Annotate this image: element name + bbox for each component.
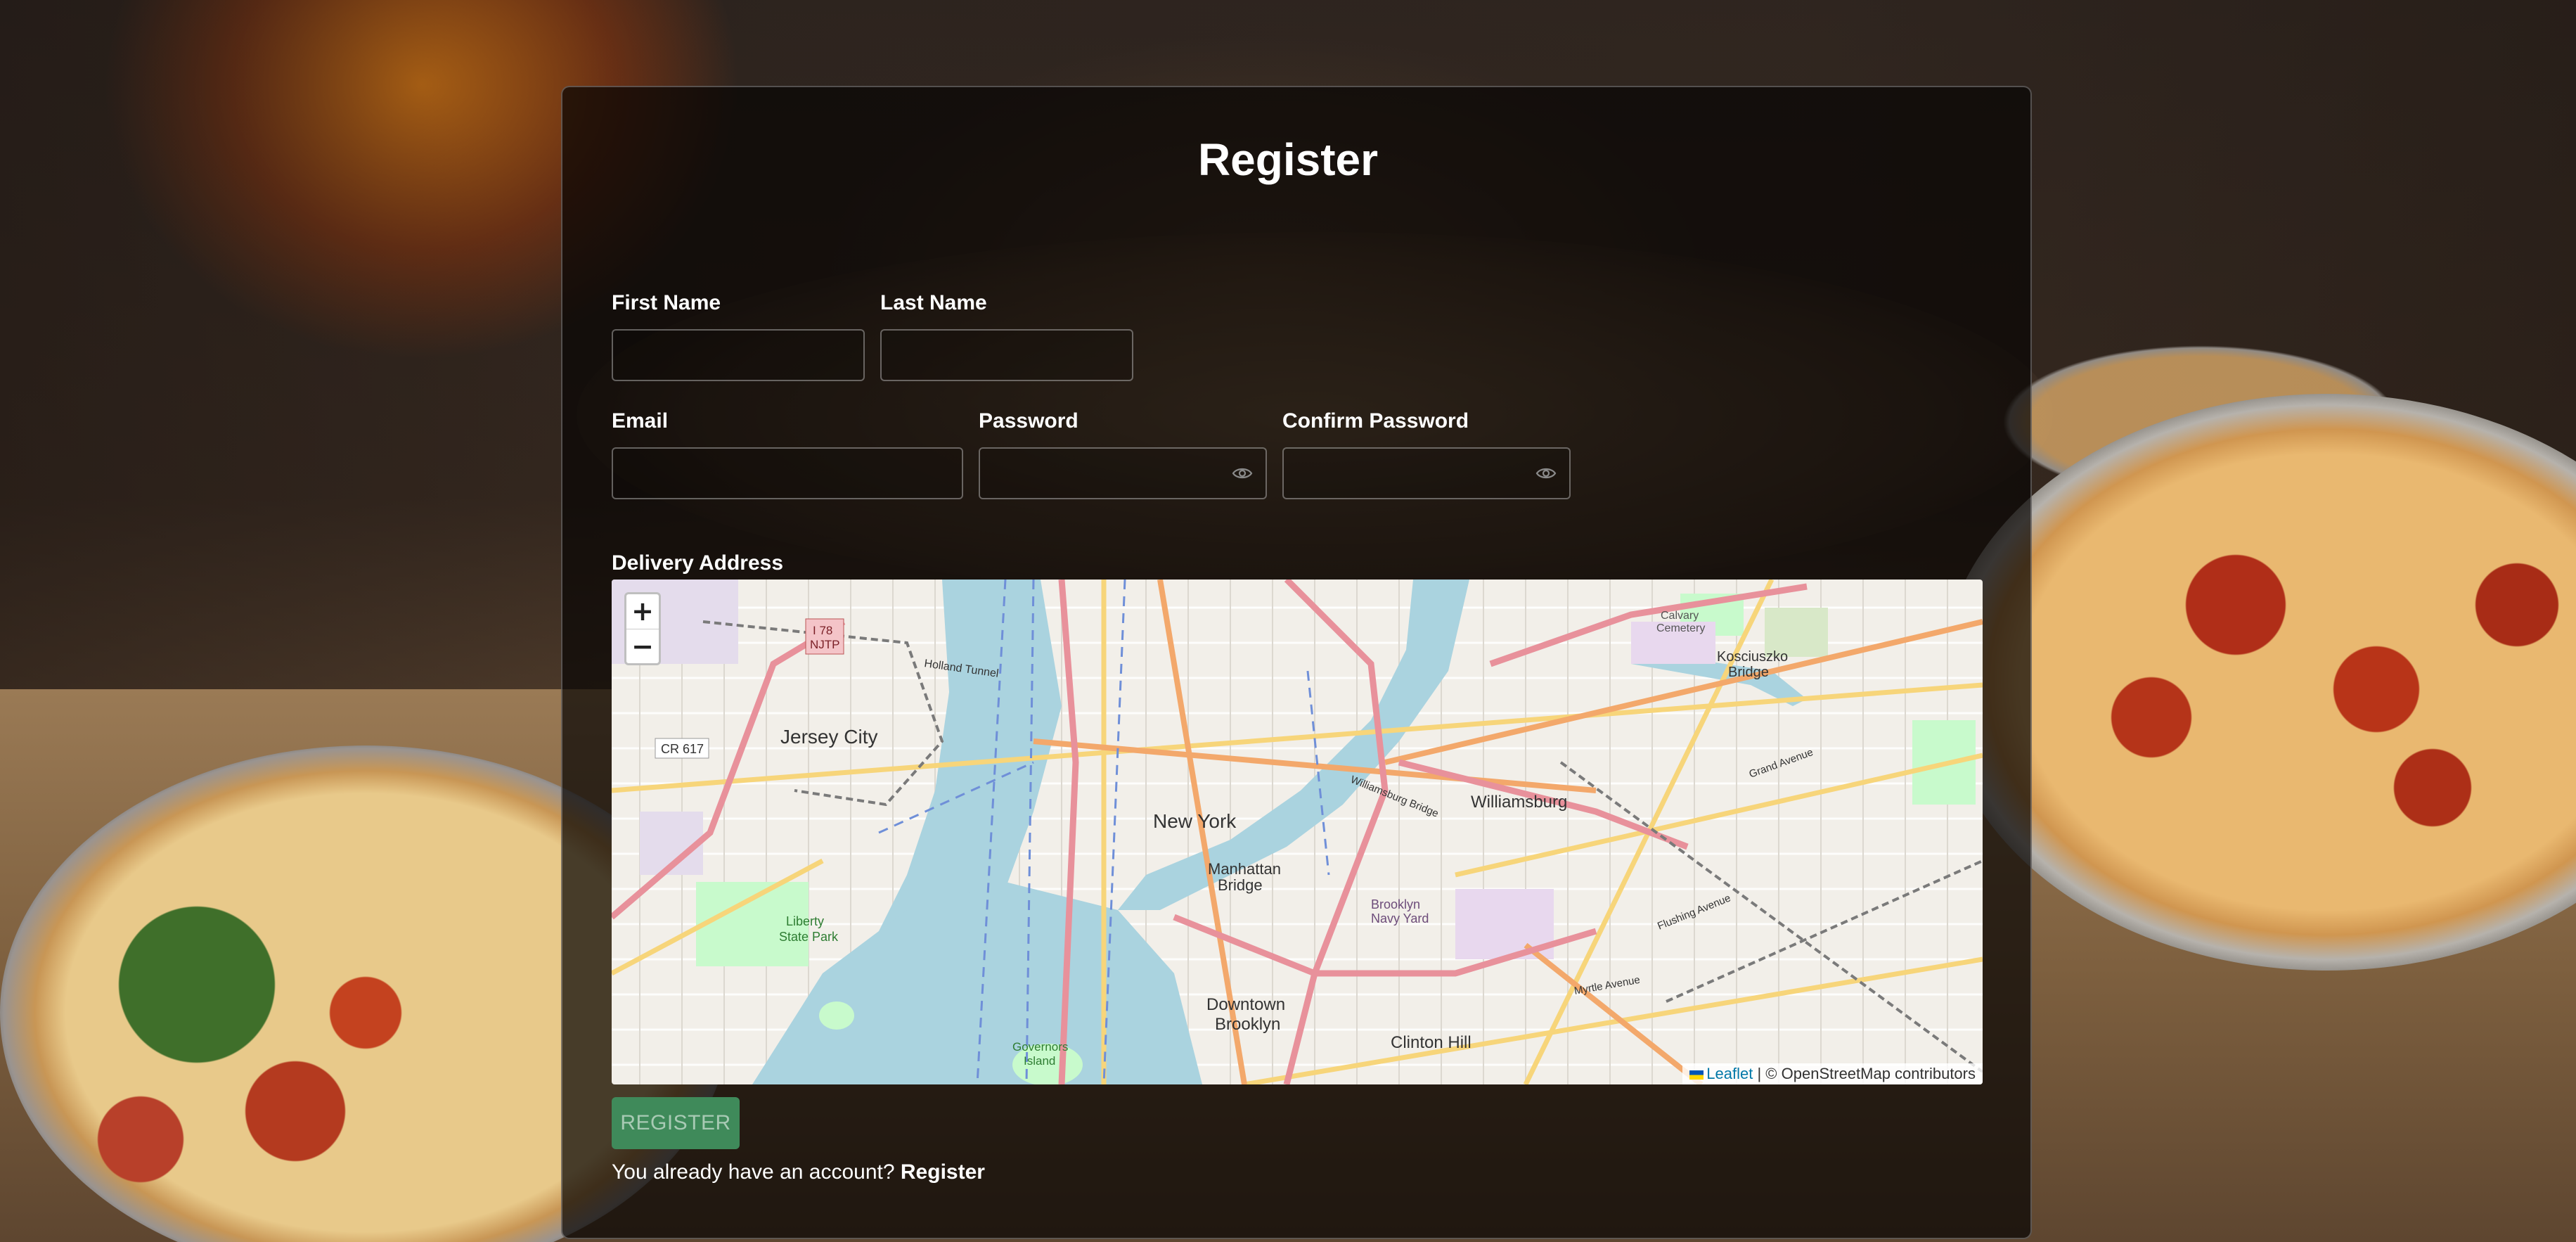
first-name-label: First Name <box>612 291 721 314</box>
email-input[interactable] <box>612 447 963 499</box>
map-label-i78-1: I 78 <box>813 624 832 637</box>
map-label-kosciuszko-1: Kosciuszko <box>1717 649 1788 665</box>
first-name-input[interactable] <box>612 329 865 381</box>
zoom-out-button[interactable]: − <box>626 629 659 664</box>
delivery-address-map[interactable]: New York Jersey City Williamsburg Manhat… <box>612 580 1983 1084</box>
map-label-williamsburg: Williamsburg <box>1471 793 1567 812</box>
map-label-liberty-2: State Park <box>779 930 839 944</box>
map-label-new-york: New York <box>1153 810 1237 832</box>
attribution-text: | © OpenStreetMap contributors <box>1757 1065 1976 1082</box>
map-attribution: Leaflet | © OpenStreetMap contributors <box>1682 1063 1983 1084</box>
map-label-navy-yard-2: Navy Yard <box>1371 911 1429 926</box>
map-label-governors-2: Island <box>1024 1054 1055 1068</box>
map-label-governors-1: Governors <box>1012 1040 1068 1054</box>
last-name-label: Last Name <box>880 291 987 314</box>
map-zoom-control: + − <box>624 592 661 665</box>
password-input[interactable] <box>979 447 1267 499</box>
eye-icon[interactable] <box>1232 466 1253 481</box>
confirm-password-label: Confirm Password <box>1282 409 1469 433</box>
map-label-navy-yard-1: Brooklyn <box>1371 897 1420 911</box>
confirm-password-input[interactable] <box>1282 447 1571 499</box>
map-label-liberty-1: Liberty <box>786 914 824 928</box>
register-link[interactable]: Register <box>901 1160 985 1184</box>
map-label-kosciuszko-2: Bridge <box>1728 665 1769 680</box>
map-label-calvary-1: Calvary <box>1661 610 1699 622</box>
password-label: Password <box>979 409 1078 433</box>
map-label-i78-2: NJTP <box>810 638 840 651</box>
map-label-calvary-2: Cemetery <box>1656 622 1705 634</box>
map-label-cr617: CR 617 <box>661 742 704 756</box>
map-label-manhattan-bridge-2: Bridge <box>1218 876 1263 894</box>
map-label-jersey-city: Jersey City <box>780 726 877 748</box>
map-label-downtown-brooklyn-2: Brooklyn <box>1215 1015 1280 1034</box>
map-label-manhattan-bridge-1: Manhattan <box>1208 860 1281 878</box>
map-label-clinton-hill: Clinton Hill <box>1391 1033 1471 1052</box>
email-label: Email <box>612 409 669 433</box>
delivery-address-label: Delivery Address <box>612 551 784 575</box>
footer-text: You already have an account? <box>612 1160 895 1184</box>
page-title: Register <box>1197 134 1379 185</box>
register-button[interactable]: REGISTER <box>612 1097 740 1149</box>
login-prompt: You already have an account? Register <box>612 1160 985 1184</box>
ukraine-flag-icon <box>1689 1070 1704 1080</box>
map-tiles[interactable]: New York Jersey City Williamsburg Manhat… <box>612 580 1983 1084</box>
last-name-input[interactable] <box>880 329 1133 381</box>
leaflet-link[interactable]: Leaflet <box>1706 1065 1753 1082</box>
eye-icon[interactable] <box>1535 466 1557 481</box>
zoom-in-button[interactable]: + <box>626 594 659 629</box>
map-label-downtown-brooklyn-1: Downtown <box>1206 995 1285 1014</box>
